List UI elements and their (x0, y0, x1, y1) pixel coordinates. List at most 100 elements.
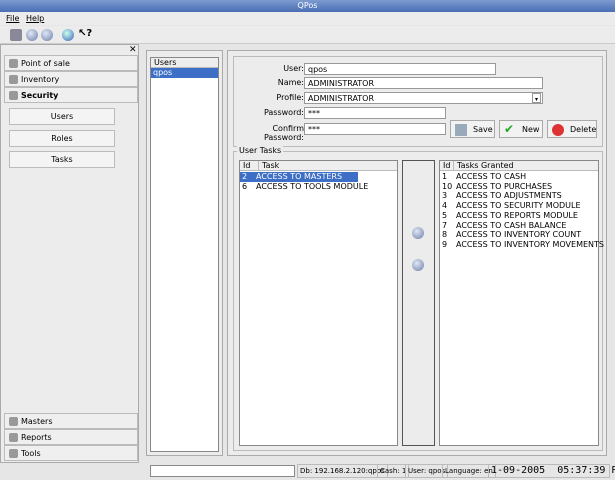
col-task: Task (258, 161, 358, 170)
tab-masters[interactable]: Masters (4, 413, 138, 429)
tools-icon[interactable] (10, 29, 22, 41)
profile-value: ADMINISTRATOR (308, 94, 375, 103)
table-row[interactable]: 3 ACCESS TO ADJUSTMENTS (440, 191, 595, 201)
user-tasks-title: User Tasks (237, 146, 284, 155)
name-input[interactable]: ADMINISTRATOR (304, 77, 543, 89)
transfer-buttons (402, 160, 435, 446)
row-task: ACCESS TO CASH (456, 172, 527, 181)
new-button[interactable]: ✔ New (499, 120, 543, 138)
register-icon (9, 59, 18, 68)
row-task: ACCESS TO INVENTORY MOVEMENTS (456, 239, 604, 249)
table-row[interactable]: 9 ACCESS TO INVENTORY MOVEMENTS (440, 239, 604, 250)
row-id: 7 (442, 220, 448, 230)
table-row[interactable]: 1 ACCESS TO CASH (440, 172, 595, 182)
chevron-down-icon[interactable]: ▾ (532, 93, 541, 103)
menu-help[interactable]: Help (26, 14, 44, 23)
tab-tools[interactable]: Tools (4, 445, 138, 461)
table-row[interactable]: 2 ACCESS TO MASTERS (240, 172, 358, 182)
users-list[interactable]: Users qpos (150, 57, 219, 452)
row-task: ACCESS TO PURCHASES (456, 181, 553, 191)
tab-label: Reports (21, 433, 52, 442)
stop-icon[interactable] (41, 29, 53, 41)
menu-file[interactable]: File (6, 14, 19, 23)
col-id: Id (443, 161, 451, 170)
roles-button[interactable]: Roles (9, 130, 115, 147)
time: 05:37:39 P (557, 465, 615, 476)
globe-icon[interactable] (26, 29, 38, 41)
tasks-button[interactable]: Tasks (9, 151, 115, 168)
row-id: 2 (242, 172, 248, 181)
checkmark-icon: ✔ (504, 122, 515, 136)
status-input (150, 465, 295, 477)
confirm-password-input[interactable]: *** (304, 123, 446, 135)
arrow-left-icon[interactable] (412, 259, 424, 271)
row-task: ACCESS TO SECURITY MODULE (456, 201, 581, 211)
tab-label: Point of sale (21, 59, 70, 68)
row-task: ACCESS TO ADJUSTMENTS (456, 191, 562, 201)
inventory-icon (9, 75, 18, 84)
user-detail-panel: User: qpos Name: ADMINISTRATOR Profile: … (227, 50, 607, 456)
reports-icon (9, 433, 18, 442)
col-id: Id (243, 161, 251, 170)
row-id: 8 (442, 230, 448, 240)
row-task: ACCESS TO INVENTORY COUNT (456, 230, 582, 240)
floppy-icon (455, 124, 467, 136)
delete-label: Delete (570, 125, 597, 134)
name-label: Name: (277, 78, 304, 87)
tab-label: Security (21, 91, 59, 100)
status-clock: 1-09-2005 05:37:39 P (488, 464, 615, 478)
masters-icon (9, 417, 18, 426)
row-id: 9 (442, 239, 448, 249)
user-item-qpos[interactable]: qpos (151, 68, 218, 78)
close-icon[interactable]: ✕ (129, 45, 137, 55)
password-label: Password: (263, 108, 304, 117)
table-row[interactable]: 6 ACCESS TO TOOLS MODULE (240, 182, 390, 192)
table-row[interactable]: 4 ACCESS TO SECURITY MODULE (440, 201, 595, 211)
row-id: 3 (442, 191, 448, 201)
table-row[interactable]: 8 ACCESS TO INVENTORY COUNT (440, 230, 595, 240)
tab-label: Inventory (21, 75, 60, 84)
delete-icon (552, 124, 564, 136)
user-input[interactable]: qpos (304, 63, 496, 75)
sidebar: ✕ Point of sale Inventory Security Users… (0, 44, 139, 463)
row-id: 4 (442, 201, 448, 211)
whats-this-icon[interactable]: ↖? (78, 28, 92, 39)
save-label: Save (473, 125, 493, 134)
table-row[interactable]: 5 ACCESS TO REPORTS MODULE (440, 211, 595, 221)
confirm-password-label: Confirm Password: (263, 124, 304, 142)
tab-reports[interactable]: Reports (4, 429, 138, 445)
date: 1-09-2005 (491, 465, 546, 476)
row-task: ACCESS TO CASH BALANCE (456, 220, 567, 230)
help-icon[interactable] (62, 29, 74, 41)
tab-point-of-sale[interactable]: Point of sale (4, 55, 138, 71)
row-id: 1 (442, 172, 448, 181)
window-title: QPos (297, 1, 318, 10)
title-bar: QPos (0, 0, 615, 12)
tab-inventory[interactable]: Inventory (4, 71, 138, 87)
save-button[interactable]: Save (450, 120, 495, 138)
users-header: Users (151, 58, 218, 68)
row-id: 5 (442, 210, 448, 220)
password-input[interactable]: *** (304, 107, 446, 119)
table-row[interactable]: 10 ACCESS TO PURCHASES (440, 182, 595, 192)
col-task: Tasks Granted (453, 161, 588, 170)
arrow-right-icon[interactable] (412, 227, 424, 239)
profile-select[interactable]: ADMINISTRATOR ▾ (304, 92, 543, 104)
row-task: ACCESS TO TOOLS MODULE (256, 182, 369, 191)
granted-tasks-table[interactable]: Id Tasks Granted 1 ACCESS TO CASH 10 ACCESS … (439, 160, 604, 446)
row-id: 6 (242, 182, 248, 191)
menu-bar: File Help (0, 12, 615, 25)
tab-label: Tools (21, 449, 41, 458)
toolbar: ↖? (0, 26, 615, 44)
user-form: User: qpos Name: ADMINISTRATOR Profile: … (233, 56, 603, 147)
table-row[interactable]: 7 ACCESS TO CASH BALANCE (440, 221, 595, 231)
profile-label: Profile: (276, 93, 304, 102)
tab-label: Masters (21, 417, 53, 426)
users-button[interactable]: Users (9, 108, 115, 125)
user-tasks-group: User Tasks Id Task 2 ACCESS TO MASTERS 6 AC… (233, 146, 604, 451)
delete-button[interactable]: Delete (547, 120, 597, 138)
table-header: Id Task (240, 161, 397, 171)
status-db: Db: 192.168.2.120:qpos (297, 464, 388, 478)
tab-security[interactable]: Security (4, 87, 138, 103)
available-tasks-table[interactable]: Id Task 2 ACCESS TO MASTERS 6 ACCESS TO TOO… (239, 160, 398, 446)
